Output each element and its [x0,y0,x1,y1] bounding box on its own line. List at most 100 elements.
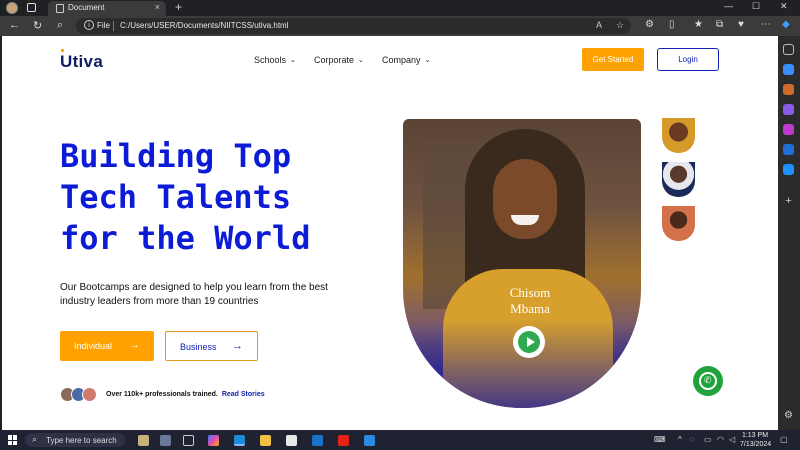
network-icon[interactable]: ◌ [690,435,695,444]
nav-company[interactable]: Company ⌄ [382,55,430,65]
tab-title: Document [68,3,105,12]
mail-icon[interactable] [312,435,323,446]
battery-icon[interactable]: ▭ [704,435,712,444]
tab-close-icon[interactable]: × [155,2,160,12]
hero-title: Building Top Tech Talents for the World [60,136,360,259]
favorites-icon[interactable]: ★ [694,19,703,30]
speaker-last-name: Mbama [510,301,550,316]
split-screen-icon[interactable]: ▯ [669,19,675,30]
clock-time: 1:13 PM [741,432,769,439]
vscode-icon[interactable] [364,435,375,446]
maximize-button[interactable]: ☐ [752,1,760,12]
chevron-down-icon: ⌄ [290,57,296,64]
testimonial-thumbnail[interactable] [662,118,695,153]
social-proof: Over 110k+ professionals trained. Read S… [106,391,265,398]
individual-button[interactable]: Individual → [60,331,154,361]
back-icon[interactable]: ← [9,19,20,31]
windows-start-icon[interactable] [8,435,18,445]
system-clock[interactable]: 1:13 PM 7/13/2024 [740,431,772,449]
nav-schools-label: Schools [254,55,287,65]
address-bar[interactable]: i File C:/Users/USER/Documents/NIITCSS/u… [76,18,631,34]
browser-tab-bar: Document × + — ☐ ✕ [0,0,800,16]
testimonial-thumbnail[interactable] [662,206,695,241]
task-view-icon[interactable] [183,435,194,446]
business-label: Business [180,342,217,352]
weather-widget-icon[interactable] [160,435,171,446]
search-icon[interactable]: ⌕ [57,19,63,32]
logo-text: Utiva [60,52,104,71]
microsoft-store-icon[interactable] [286,435,297,446]
divider [113,21,114,31]
phone-glyph: ✆ [704,375,712,385]
avatar-group [60,387,104,403]
individual-label: Individual [74,341,113,351]
copilot-taskbar-icon[interactable] [208,435,219,446]
telegram-icon[interactable] [783,164,794,175]
business-button[interactable]: Business → [165,331,258,361]
file-label: File [97,21,110,30]
get-started-button[interactable]: Get Started [582,48,644,71]
nav-corporate[interactable]: Corporate ⌄ [314,55,364,65]
nav-corporate-label: Corporate [314,55,355,65]
file-explorer-icon[interactable] [260,435,271,446]
whatsapp-chat-button[interactable]: ✆ [693,366,723,396]
browser-sidebar: + ⚙ [778,36,800,430]
login-button[interactable]: Login [657,48,719,71]
new-tab-button[interactable]: + [175,0,182,14]
extensions-icon[interactable]: ⚙ [645,19,654,30]
nav-schools[interactable]: Schools ⌄ [254,55,296,65]
notifications-icon[interactable]: ▢ [780,435,788,444]
show-hidden-icons[interactable]: ^ [678,435,682,444]
tab-actions-icon[interactable] [27,3,36,12]
more-menu-icon[interactable]: ⋯ [761,19,771,30]
copilot-icon[interactable]: ◆ [782,19,790,30]
favorite-star-icon[interactable]: ☆ [616,20,624,31]
info-icon[interactable]: i [84,20,94,30]
games-icon[interactable] [783,104,794,115]
add-icon[interactable]: + [783,196,794,207]
taskbar-search[interactable]: ⌕ Type here to search [25,433,125,447]
read-stories-link[interactable]: Read Stories [222,391,265,398]
close-window-button[interactable]: ✕ [780,1,788,12]
portrait-face [493,159,557,239]
nav-company-label: Company [382,55,421,65]
search-placeholder: Type here to search [46,436,117,445]
minimize-button[interactable]: — [724,1,733,11]
settings-gear-icon[interactable]: ⚙ [783,410,794,421]
browser-tab[interactable]: Document × [48,1,166,16]
wifi-icon[interactable]: ◠ [717,435,724,444]
url-text[interactable]: C:/Users/USER/Documents/NIITCSS/utiva.ht… [120,21,288,30]
clock-date: 7/13/2024 [740,441,772,448]
youtube-icon[interactable] [338,435,349,446]
arrow-right-icon: → [129,339,140,351]
search-icon: ⌕ [32,434,38,444]
outlook-icon[interactable] [783,144,794,155]
document-icon [56,4,64,13]
play-button[interactable] [513,326,545,358]
volume-icon[interactable]: ◁ [729,435,735,444]
chevron-down-icon: ⌄ [358,57,364,64]
search-icon[interactable] [783,44,794,55]
weather-widget-icon[interactable] [138,435,149,446]
avatar [82,387,97,402]
copilot-sidebar-icon[interactable] [783,124,794,135]
speaker-name: Chisom Mbama [495,285,565,317]
refresh-icon[interactable]: ↻ [33,19,42,32]
testimonial-video-card[interactable]: Chisom Mbama [403,119,641,408]
browser-essentials-icon[interactable]: ♥ [738,19,744,30]
page-viewport: Utiva Schools ⌄ Corporate ⌄ Company ⌄ Ge… [2,36,778,430]
hero-subtitle: Our Bootcamps are designed to help you l… [60,282,328,307]
testimonial-thumbnail[interactable] [662,162,695,197]
collections-icon[interactable]: ⧉ [716,19,723,30]
keyboard-icon[interactable]: ⌨ [654,435,666,444]
arrow-right-icon: → [232,340,243,352]
hero-title-line: for the World [60,219,311,257]
edge-browser-icon[interactable] [234,435,245,446]
tools-icon[interactable] [783,84,794,95]
utiva-logo[interactable]: Utiva [60,52,103,72]
speaker-first-name: Chisom [509,285,551,300]
profile-avatar[interactable] [6,2,18,14]
shopping-icon[interactable] [783,64,794,75]
proof-text: Over 110k+ professionals trained. [106,391,218,398]
read-aloud-icon[interactable]: A [596,20,602,30]
